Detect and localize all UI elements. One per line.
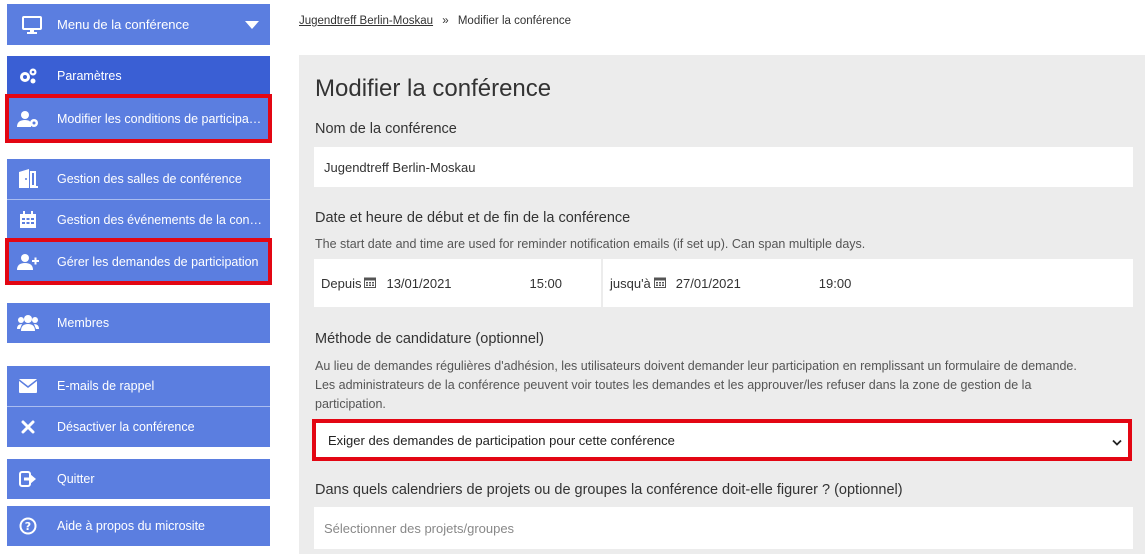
application-method-select[interactable]: Exiger des demandes de participation pou…: [312, 419, 1132, 461]
calendar-icon: [653, 276, 666, 291]
breadcrumb-separator: »: [442, 15, 449, 27]
start-datetime-box: Depuis 13/01/2021 15:00: [314, 259, 601, 307]
end-datetime-box: jusqu'à 27/01/2021 19:00: [603, 259, 1133, 307]
breadcrumb: Jugendtreff Berlin-Moskau » Modifier la …: [299, 15, 571, 27]
calendars-placeholder: Sélectionner des projets/groupes: [324, 520, 515, 536]
sidebar-item-label: Modifier les conditions de participation: [57, 111, 269, 126]
sidebar-item-quit[interactable]: Quitter: [7, 459, 270, 499]
sidebar-item-label: Aide à propos du microsite: [57, 519, 205, 533]
sidebar-item-label: Paramètres: [57, 69, 122, 83]
calendars-label: Dans quels calendriers de projets ou de …: [315, 482, 903, 498]
start-label: Depuis: [321, 275, 362, 291]
conference-menu-dropdown[interactable]: Menu de la conférence: [7, 4, 270, 45]
dates-label: Date et heure de début et de fin de la c…: [315, 210, 631, 226]
application-method-value: Exiger des demandes de participation pou…: [328, 432, 675, 448]
sidebar-item-label: E-mails de rappel: [57, 379, 155, 393]
sidebar-item-reminder-emails[interactable]: E-mails de rappel: [7, 366, 270, 406]
start-time-input[interactable]: 15:00: [529, 276, 562, 291]
end-label: jusqu'à: [610, 275, 651, 291]
end-time-input[interactable]: 19:00: [819, 276, 852, 291]
end-date-input[interactable]: 27/01/2021: [676, 276, 819, 291]
start-date-input[interactable]: 13/01/2021: [386, 276, 526, 291]
sidebar-item-members[interactable]: Membres: [7, 303, 270, 343]
sidebar-item-settings[interactable]: Paramètres: [7, 56, 270, 96]
door-icon: [7, 169, 49, 189]
sidebar-item-help[interactable]: ? Aide à propos du microsite: [7, 506, 270, 546]
users-icon: [7, 314, 49, 332]
sidebar-item-label: Gestion des salles de conférence: [57, 172, 242, 186]
envelope-icon: [7, 379, 49, 393]
conference-name-label: Nom de la conférence: [315, 121, 457, 137]
calendar-icon: [7, 211, 49, 229]
chevron-down-icon: [1112, 435, 1122, 450]
conference-name-value: Jugendtreff Berlin-Moskau: [324, 159, 476, 175]
page-title: Modifier la conférence: [315, 75, 552, 102]
breadcrumb-link-conference[interactable]: Jugendtreff Berlin-Moskau: [299, 15, 433, 27]
edit-conference-panel: Modifier la conférence Nom de la confére…: [299, 55, 1145, 554]
dates-help-text: The start date and time are used for rem…: [315, 237, 866, 251]
sidebar-item-label: Membres: [57, 316, 110, 330]
sidebar-item-participation-conditions[interactable]: Modifier les conditions de participation: [5, 94, 272, 143]
question-icon: ?: [7, 517, 49, 535]
breadcrumb-current: Modifier la conférence: [457, 15, 571, 27]
sidebar-item-label: Gérer les demandes de participation: [57, 254, 259, 269]
svg-text:?: ?: [25, 520, 31, 533]
calendars-select[interactable]: Sélectionner des projets/groupes: [314, 507, 1133, 549]
application-method-label: Méthode de candidature (optionnel): [315, 331, 544, 347]
conference-menu-label: Menu de la conférence: [57, 17, 190, 32]
user-gear-icon: [7, 110, 49, 128]
sidebar-item-label: Quitter: [57, 472, 95, 486]
sidebar-item-label: Gestion des événements de la confér...: [57, 213, 270, 227]
sign-out-icon: [7, 471, 49, 487]
application-method-help: Au lieu de demandes régulières d'adhésio…: [315, 359, 1077, 411]
gears-icon: [7, 67, 49, 85]
monitor-icon: [7, 15, 57, 34]
user-plus-icon: [7, 253, 49, 271]
date-range-row: Depuis 13/01/2021 15:00 jusqu'à 27/01/20…: [314, 259, 1133, 307]
sidebar-item-events[interactable]: Gestion des événements de la confér...: [7, 200, 270, 240]
sidebar-item-deactivate[interactable]: Désactiver la conférence: [7, 407, 270, 447]
close-icon: [7, 420, 49, 434]
calendar-icon: [364, 276, 377, 291]
sidebar-item-label: Désactiver la conférence: [57, 420, 195, 434]
conference-name-input[interactable]: Jugendtreff Berlin-Moskau: [314, 147, 1133, 187]
sidebar-item-rooms[interactable]: Gestion des salles de conférence: [7, 159, 270, 199]
chevron-down-icon: [234, 20, 270, 29]
sidebar-item-manage-requests[interactable]: Gérer les demandes de participation: [5, 238, 272, 285]
